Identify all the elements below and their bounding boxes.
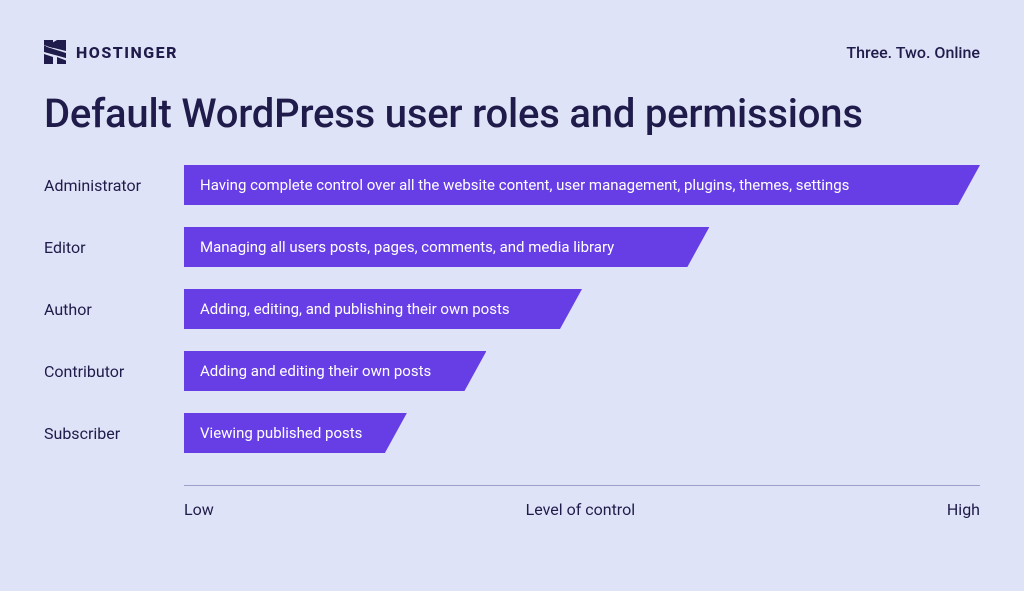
role-row: Administrator Having complete control ov… — [44, 165, 980, 205]
axis-label: Level of control — [526, 500, 636, 519]
axis-high: High — [947, 500, 980, 519]
tagline: Three. Two. Online — [846, 43, 980, 62]
axis: Low Level of control High — [44, 485, 980, 519]
bar-area: Viewing published posts — [184, 413, 980, 453]
role-row: Editor Managing all users posts, pages, … — [44, 227, 980, 267]
role-label-administrator: Administrator — [44, 176, 184, 195]
bar-contributor: Adding and editing their own posts — [184, 351, 486, 391]
bar-area: Managing all users posts, pages, comment… — [184, 227, 980, 267]
role-label-subscriber: Subscriber — [44, 424, 184, 443]
bar-area: Having complete control over all the web… — [184, 165, 980, 205]
bar-subscriber: Viewing published posts — [184, 413, 407, 453]
roles-chart: Administrator Having complete control ov… — [44, 165, 980, 519]
hostinger-icon — [44, 40, 66, 64]
brand-logo: HOSTINGER — [44, 40, 178, 64]
bar-area: Adding, editing, and publishing their ow… — [184, 289, 980, 329]
role-label-editor: Editor — [44, 238, 184, 257]
page: HOSTINGER Three. Two. Online Default Wor… — [0, 0, 1024, 591]
bar-author: Adding, editing, and publishing their ow… — [184, 289, 582, 329]
role-label-contributor: Contributor — [44, 362, 184, 381]
bar-editor: Managing all users posts, pages, comment… — [184, 227, 709, 267]
role-row: Author Adding, editing, and publishing t… — [44, 289, 980, 329]
axis-low: Low — [184, 500, 214, 519]
bar-administrator: Having complete control over all the web… — [184, 165, 980, 205]
axis-spacer — [44, 485, 184, 519]
brand-name: HOSTINGER — [76, 43, 178, 62]
axis-line: Low Level of control High — [184, 485, 980, 519]
header: HOSTINGER Three. Two. Online — [44, 40, 980, 64]
role-row: Contributor Adding and editing their own… — [44, 351, 980, 391]
role-row: Subscriber Viewing published posts — [44, 413, 980, 453]
page-title: Default WordPress user roles and permiss… — [44, 90, 980, 137]
bar-area: Adding and editing their own posts — [184, 351, 980, 391]
role-label-author: Author — [44, 300, 184, 319]
